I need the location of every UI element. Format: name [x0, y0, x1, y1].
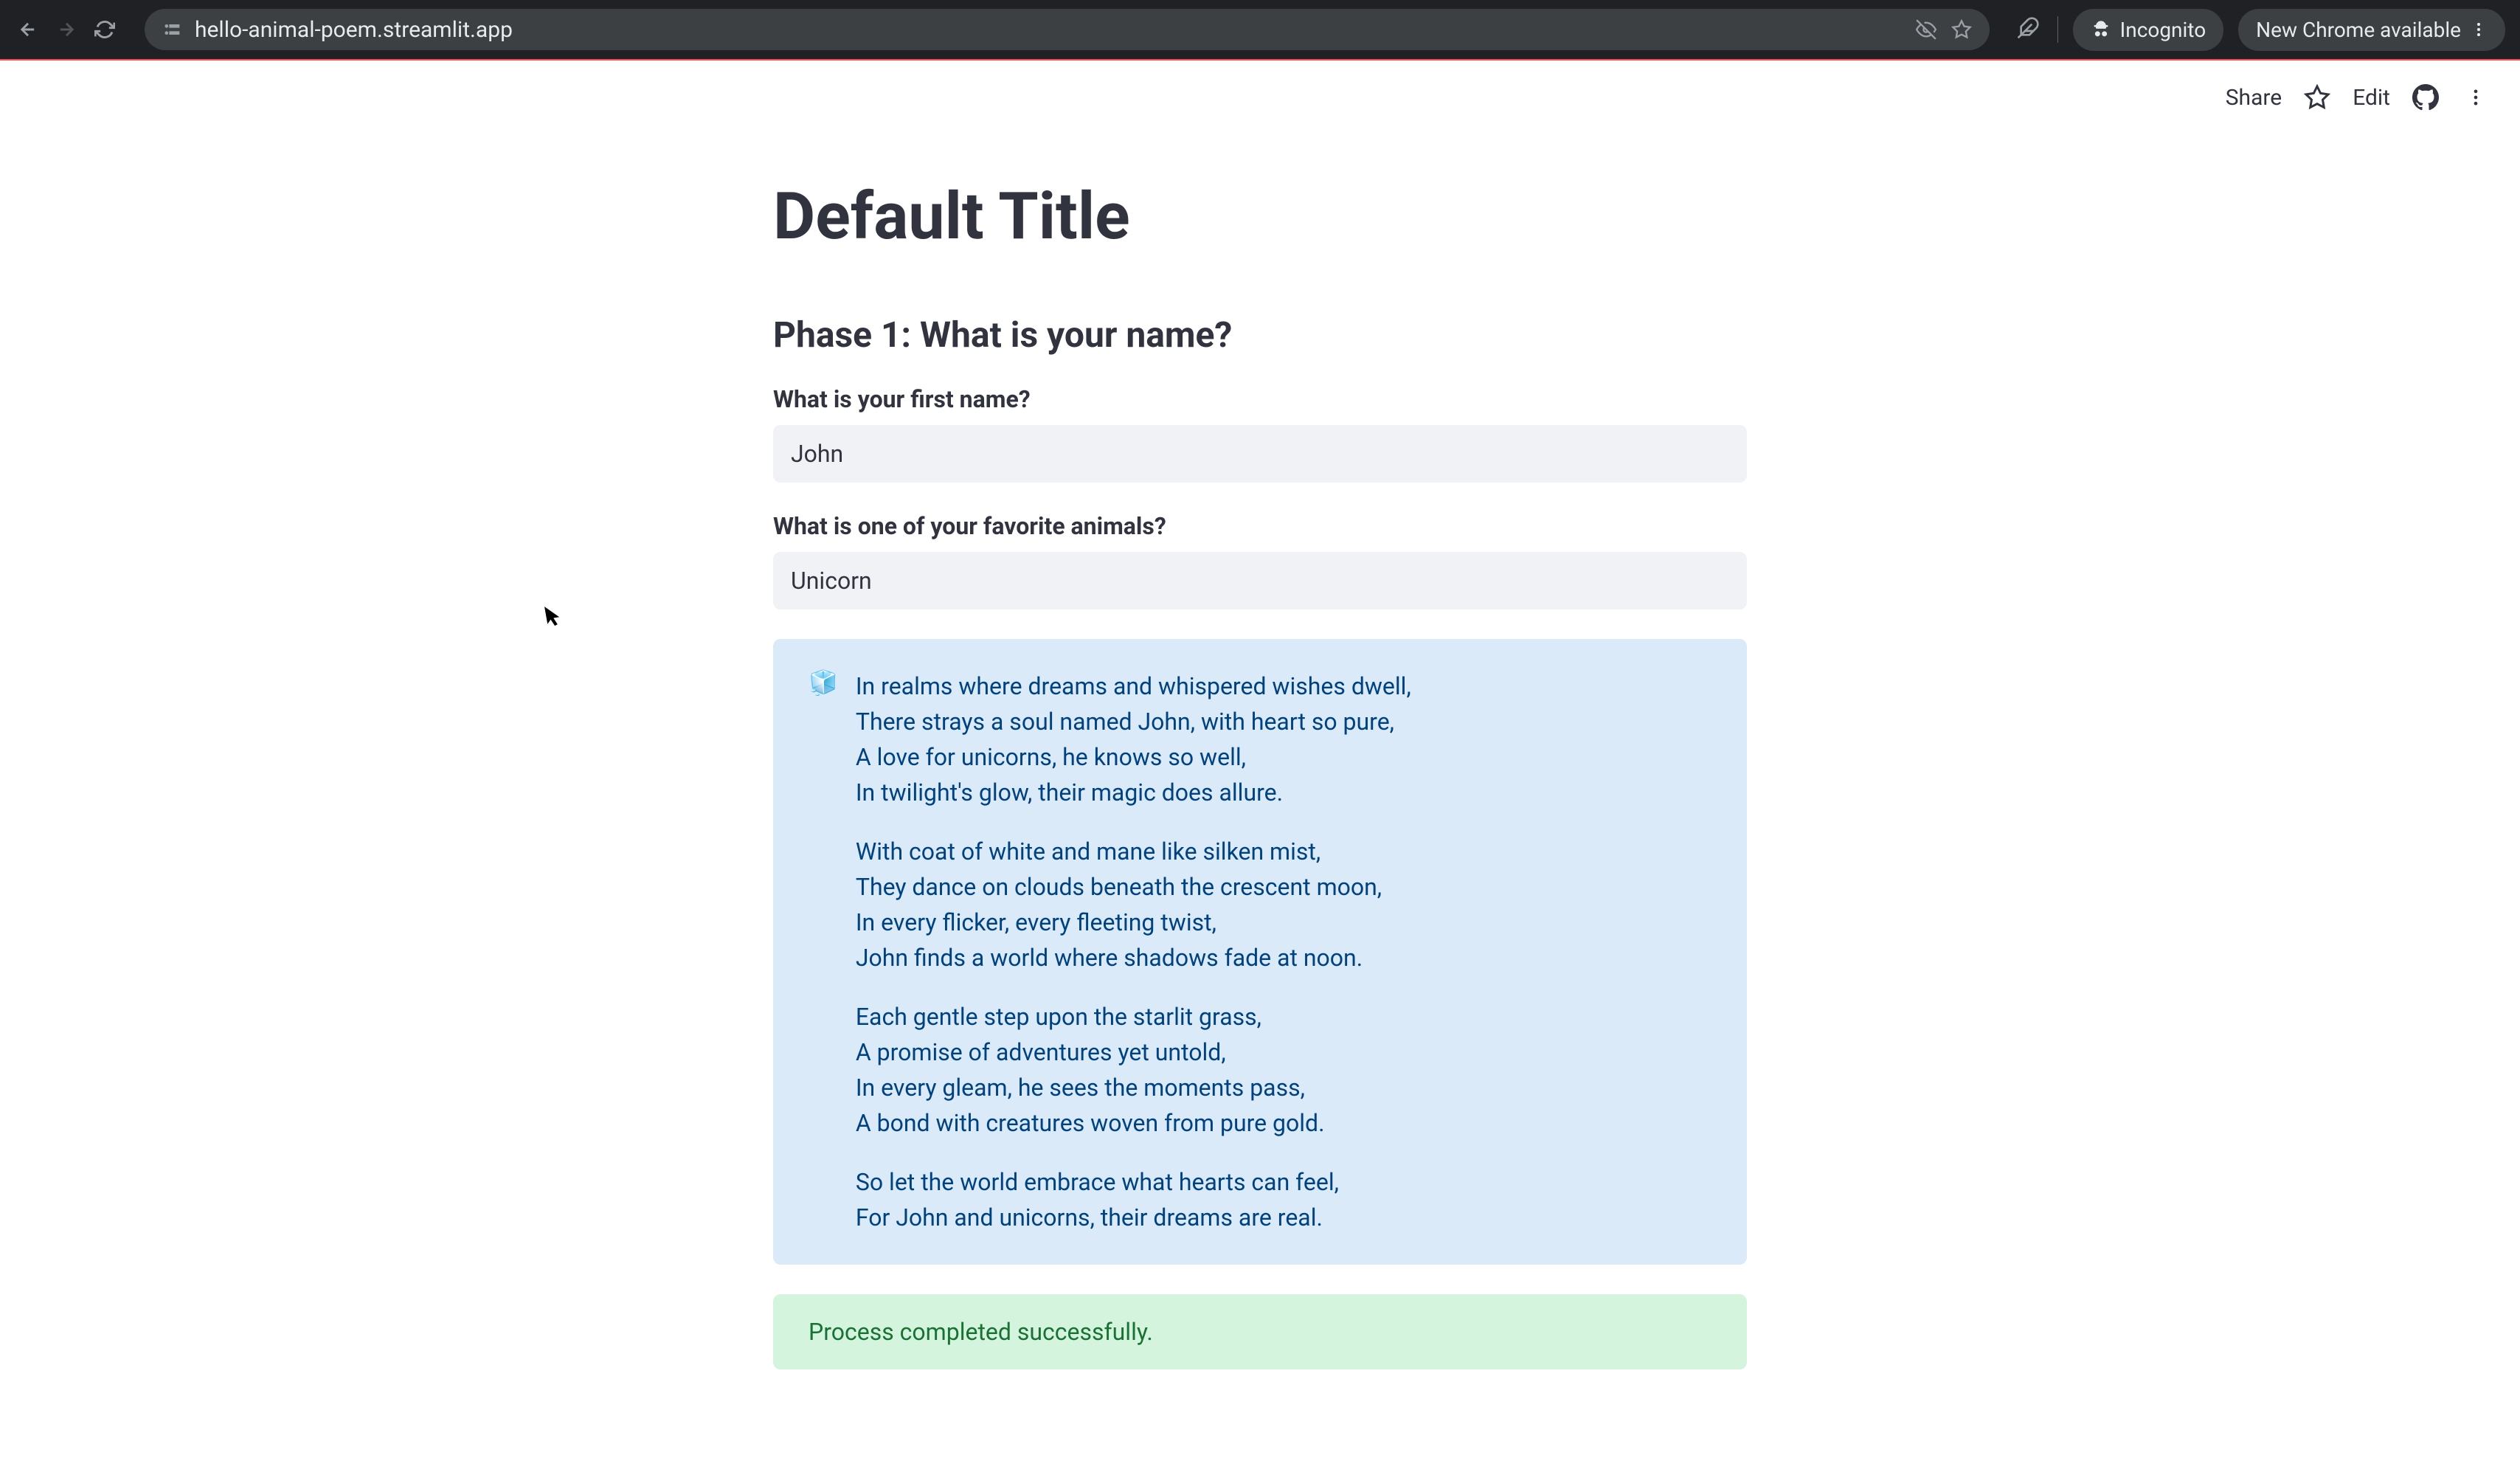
poem-line: With coat of white and mane like silken …: [856, 834, 1411, 869]
poem-stanza: In realms where dreams and whispered wis…: [856, 668, 1411, 810]
streamlit-header: Share Edit: [0, 61, 2520, 134]
poem-line: Each gentle step upon the starlit grass,: [856, 999, 1411, 1034]
forward-icon[interactable]: [53, 16, 80, 43]
page-title: Default Title: [773, 179, 1747, 255]
incognito-label: Incognito: [2120, 18, 2206, 42]
share-button[interactable]: Share: [2226, 85, 2282, 111]
poem-line: A love for unicorns, he knows so well,: [856, 739, 1411, 775]
poem-stanza: So let the world embrace what hearts can…: [856, 1164, 1411, 1235]
back-icon[interactable]: [15, 16, 41, 43]
poem-line: In every gleam, he sees the moments pass…: [856, 1070, 1411, 1105]
phase-header: Phase 1: What is your name?: [773, 314, 1747, 356]
success-box: Process completed successfully.: [773, 1294, 1747, 1369]
chrome-update-button[interactable]: New Chrome available: [2238, 9, 2505, 51]
poem-line: They dance on clouds beneath the crescen…: [856, 869, 1411, 905]
poem-line: In twilight's glow, their magic does all…: [856, 775, 1411, 810]
poem-line: In realms where dreams and whispered wis…: [856, 668, 1411, 704]
poem-line: For John and unicorns, their dreams are …: [856, 1200, 1411, 1235]
github-icon[interactable]: [2411, 83, 2440, 112]
animal-input[interactable]: [773, 552, 1747, 609]
info-emoji-icon: 🧊: [809, 668, 838, 1235]
url-bar[interactable]: hello-animal-poem.streamlit.app: [145, 9, 1990, 50]
url-text: hello-animal-poem.streamlit.app: [195, 17, 1904, 43]
poem-line: In every flicker, every fleeting twist,: [856, 905, 1411, 940]
animal-field-label: What is one of your favorite animals?: [773, 512, 1747, 540]
browser-toolbar: hello-animal-poem.streamlit.app Incognit…: [0, 0, 2520, 59]
bookmark-star-icon[interactable]: [1951, 19, 1972, 40]
chrome-update-label: New Chrome available: [2256, 18, 2461, 42]
success-message: Process completed successfully.: [809, 1318, 1153, 1346]
site-info-icon[interactable]: [162, 19, 183, 40]
poem-line: John finds a world where shadows fade at…: [856, 940, 1411, 975]
eye-off-icon[interactable]: [1916, 19, 1936, 40]
star-icon[interactable]: [2302, 83, 2332, 112]
poem-line: A promise of adventures yet untold,: [856, 1034, 1411, 1070]
poem-line: A bond with creatures woven from pure go…: [856, 1105, 1411, 1141]
poem-line: So let the world embrace what hearts can…: [856, 1164, 1411, 1200]
extensions-icon[interactable]: [2016, 16, 2043, 43]
info-box: 🧊 In realms where dreams and whispered w…: [773, 639, 1747, 1265]
divider: [2057, 16, 2058, 43]
poem-stanza: With coat of white and mane like silken …: [856, 834, 1411, 975]
main-content: Default Title Phase 1: What is your name…: [744, 134, 1776, 1414]
name-field-label: What is your first name?: [773, 385, 1747, 413]
mouse-cursor: [544, 604, 567, 636]
name-input[interactable]: [773, 425, 1747, 483]
menu-icon[interactable]: [2461, 83, 2490, 112]
reload-icon[interactable]: [91, 16, 118, 43]
incognito-badge[interactable]: Incognito: [2073, 9, 2224, 51]
poem-text: In realms where dreams and whispered wis…: [856, 668, 1411, 1235]
poem-line: There strays a soul named John, with hea…: [856, 704, 1411, 739]
poem-stanza: Each gentle step upon the starlit grass,…: [856, 999, 1411, 1141]
edit-button[interactable]: Edit: [2353, 85, 2390, 111]
